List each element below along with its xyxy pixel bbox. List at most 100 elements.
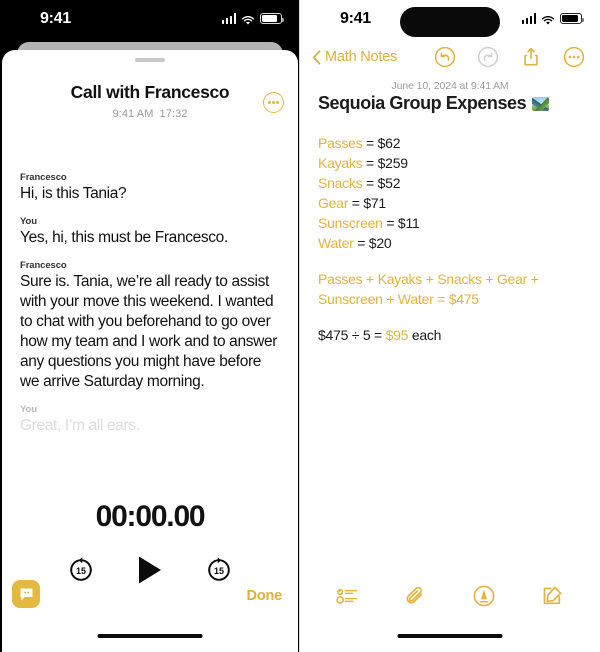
back-to-math-notes-button[interactable]: Math Notes xyxy=(312,49,397,65)
svg-text:15: 15 xyxy=(214,566,224,576)
math-line[interactable]: Snacks = $52 xyxy=(318,173,584,193)
transcript-speaker: You xyxy=(20,215,37,227)
math-token-variable: Water xyxy=(397,291,434,308)
math-token-value: $11 xyxy=(397,215,420,232)
transcript-entry: Francesco Sure is. Tania, we’re all ready… xyxy=(20,260,280,392)
math-token-value: = xyxy=(362,155,378,172)
math-token-value: $52 xyxy=(377,175,401,192)
math-line[interactable]: Sunscreen = $11 xyxy=(318,213,584,233)
call-transcript-list[interactable]: Francesco Hi, is this Tania? You Yes, hi, t… xyxy=(2,172,298,482)
call-time-label: 9:41 AM xyxy=(112,108,154,120)
math-token-variable: Water xyxy=(318,235,354,252)
note-title: Sequoia Group Expenses xyxy=(318,93,527,113)
math-token-variable: Snacks xyxy=(437,271,482,288)
skip-back-15-icon[interactable]: 15 xyxy=(67,556,95,584)
math-token-value: $71 xyxy=(363,195,386,212)
note-title-row[interactable]: Sequoia Group Expenses xyxy=(318,93,582,114)
status-bar-time: 9:41 xyxy=(340,10,371,27)
math-token-variable: + xyxy=(527,271,539,288)
svg-text:15: 15 xyxy=(76,566,86,576)
left-phone-pane: 9:41 Call with Francesco 9:41 AM 17:32 Fr… xyxy=(0,0,300,652)
playback-timer: 00:00.00 xyxy=(95,500,206,533)
math-token-variable: $95 xyxy=(385,327,409,344)
math-token-value: each xyxy=(408,327,442,344)
math-token-variable: Sunscreen xyxy=(318,291,383,308)
transcript-speaker: You xyxy=(20,403,37,415)
status-bar-time: 9:41 xyxy=(40,10,71,27)
national-park-emoji-icon xyxy=(532,96,550,111)
wifi-icon xyxy=(541,13,555,25)
playback-controls: 15 15 xyxy=(2,555,298,585)
transcript-entry: Francesco Hi, is this Tania? xyxy=(20,172,280,204)
sheet-grabber-handle[interactable] xyxy=(135,58,165,62)
call-more-options-button[interactable] xyxy=(263,92,284,113)
math-token-variable: + xyxy=(481,271,497,288)
dynamic-island xyxy=(400,7,500,37)
math-token-value: $62 xyxy=(377,135,401,151)
markup-pen-icon[interactable] xyxy=(472,584,496,608)
status-bar-indicators xyxy=(221,13,284,25)
cellular-signal-icon xyxy=(521,13,536,24)
undo-icon[interactable] xyxy=(434,46,456,68)
math-token-variable: $475 xyxy=(448,291,479,308)
transcript-bubble-icon xyxy=(20,588,32,600)
play-button[interactable] xyxy=(137,555,163,585)
more-options-icon[interactable] xyxy=(563,46,585,68)
math-token-value: = xyxy=(348,195,364,212)
back-label: Math Notes xyxy=(325,49,398,65)
battery-icon xyxy=(260,13,284,24)
paperclip-icon[interactable] xyxy=(404,584,428,608)
math-line[interactable]: Gear = $71 xyxy=(318,193,584,213)
checklist-icon[interactable] xyxy=(336,584,360,608)
math-token-value: $475 ÷ 5 = xyxy=(318,327,386,344)
math-token-variable: Passes xyxy=(318,135,363,151)
status-bar-indicators xyxy=(521,13,584,25)
math-token-variable: + xyxy=(382,291,398,308)
math-token-value: = xyxy=(382,215,398,232)
math-token-variable: Kayaks xyxy=(318,155,363,172)
math-line[interactable]: Passes = $62 xyxy=(318,133,584,153)
math-token-value: = xyxy=(362,175,378,192)
math-notes-body[interactable]: Passes = $62 Kayaks = $259 Snacks = $52 Gea… xyxy=(318,133,584,345)
cellular-signal-icon xyxy=(221,13,236,24)
call-title: Call with Francesco xyxy=(70,82,230,102)
home-indicator-left xyxy=(97,633,203,638)
transcript-toggle-button[interactable] xyxy=(12,580,40,608)
math-token-variable: + xyxy=(362,271,378,288)
dual-phone-screenshot: 9:41 Call with Francesco 9:41 AM 17:32 Fr… xyxy=(0,0,600,652)
pane-divider xyxy=(299,0,300,652)
transcript-entry: You Yes, hi, this must be Francesco. xyxy=(20,216,280,248)
skip-forward-15-icon[interactable]: 15 xyxy=(205,556,233,584)
home-indicator-right xyxy=(397,633,503,638)
notes-bottom-toolbar xyxy=(300,574,600,618)
math-token-variable: Sunscreen xyxy=(318,215,383,232)
math-line[interactable]: Sunscreen + Water = $475 xyxy=(318,289,584,309)
math-token-value: = xyxy=(353,235,369,252)
math-token-value: $259 xyxy=(377,155,408,172)
call-duration-label: 17:32 xyxy=(159,108,188,120)
math-line[interactable]: Water = $20 xyxy=(318,233,584,253)
math-token-variable: Gear xyxy=(496,271,528,288)
battery-icon xyxy=(560,13,584,24)
done-button[interactable]: Done xyxy=(247,588,283,604)
transcript-text: Yes, hi, this must be Francesco. xyxy=(20,228,228,246)
transcript-speaker: Francesco xyxy=(20,172,67,183)
transcript-text: Sure is. Tania, we’re all ready to assis… xyxy=(20,272,278,390)
math-token-variable: Snacks xyxy=(318,175,363,192)
transcript-speaker: Francesco xyxy=(20,259,67,271)
math-line[interactable]: Passes + Kayaks + Snacks + Gear + xyxy=(318,269,584,289)
call-subtitle: 9:41 AM 17:32 xyxy=(2,108,298,120)
share-icon[interactable] xyxy=(520,46,542,68)
math-line[interactable]: $475 ÷ 5 = $95 each xyxy=(318,325,584,345)
math-line[interactable]: Kayaks = $259 xyxy=(318,153,584,173)
math-token-value: $20 xyxy=(368,235,392,252)
math-token-variable: + xyxy=(422,271,438,288)
left-status-bar: 9:41 xyxy=(0,0,300,36)
math-token-variable: Kayaks xyxy=(377,271,423,288)
chevron-left-icon xyxy=(312,49,321,65)
compose-icon[interactable] xyxy=(540,584,564,608)
math-token-variable: = xyxy=(433,291,449,308)
math-line-spacer xyxy=(318,309,584,325)
transcript-text: Great, I’m all ears. xyxy=(20,416,140,434)
notes-navigation-bar: Math Notes xyxy=(300,40,600,74)
